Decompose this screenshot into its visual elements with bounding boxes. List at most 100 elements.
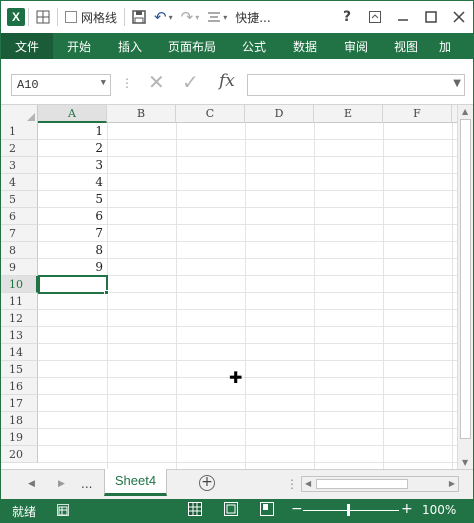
excel-icon[interactable]: X — [7, 8, 25, 26]
cell-a2[interactable]: 2 — [39, 140, 106, 157]
tab-data[interactable]: 数据 — [279, 33, 331, 59]
active-cell-a10[interactable] — [38, 275, 108, 294]
alignment-icon[interactable]: ▾ — [203, 1, 231, 33]
maximize-icon[interactable] — [417, 1, 445, 33]
column-header-f[interactable]: F — [383, 105, 452, 123]
row-header-20[interactable]: 20 — [1, 446, 38, 463]
row-header-8[interactable]: 8 — [1, 242, 38, 259]
sheet-nav-right-icon[interactable]: ▶ — [58, 479, 65, 489]
tab-review[interactable]: 审阅 — [331, 33, 381, 59]
row-header-11[interactable]: 11 — [1, 293, 38, 310]
restore-ribbon-icon[interactable] — [361, 1, 389, 33]
row-header-17[interactable]: 17 — [1, 395, 38, 412]
cell-a6[interactable]: 6 — [39, 208, 106, 225]
row-header-4[interactable]: 4 — [1, 174, 38, 191]
fill-handle[interactable] — [104, 290, 109, 295]
page-layout-view-icon[interactable] — [224, 502, 238, 516]
tab-view[interactable]: 视图 — [381, 33, 431, 59]
name-box[interactable]: A10 ▼ — [11, 74, 111, 96]
sheet-nav-left-icon[interactable]: ◀ — [28, 479, 35, 489]
zoom-in-button[interactable]: + — [401, 501, 413, 517]
row-header-16[interactable]: 16 — [1, 378, 38, 395]
add-sheet-icon[interactable]: + — [199, 475, 215, 491]
column-gridline — [176, 123, 177, 469]
tab-insert[interactable]: 插入 — [105, 33, 155, 59]
zoom-level[interactable]: 100% — [422, 503, 456, 517]
cell-a7[interactable]: 7 — [39, 225, 106, 242]
gridlines-toggle[interactable]: 网格线 — [61, 1, 121, 33]
sheet-nav-more[interactable]: ... — [81, 477, 92, 491]
row-header-14[interactable]: 14 — [1, 344, 38, 361]
gridlines-label: 网格线 — [81, 10, 118, 25]
row-header-3[interactable]: 3 — [1, 157, 38, 174]
insert-function-button[interactable]: fx — [219, 71, 235, 91]
tab-label: 视图 — [393, 39, 418, 54]
row-header-5[interactable]: 5 — [1, 191, 38, 208]
cell-a8[interactable]: 8 — [39, 242, 106, 259]
minimize-icon[interactable] — [389, 1, 417, 33]
row-header-19[interactable]: 19 — [1, 429, 38, 446]
scroll-left-icon[interactable]: ◀ — [305, 479, 311, 488]
close-icon[interactable] — [445, 1, 473, 33]
column-header-e[interactable]: E — [314, 105, 383, 123]
chevron-down-icon[interactable]: ▼ — [101, 78, 106, 88]
row-header-13[interactable]: 13 — [1, 327, 38, 344]
window-controls: ? — [333, 1, 473, 33]
tab-file[interactable]: 文件 — [1, 33, 53, 59]
cell-a3[interactable]: 3 — [39, 157, 106, 174]
tab-addins[interactable]: 加 — [431, 33, 473, 59]
row-header-6[interactable]: 6 — [1, 208, 38, 225]
help-button[interactable]: ? — [333, 1, 361, 33]
column-header-c[interactable]: C — [176, 105, 245, 123]
gridlines-checkbox[interactable] — [65, 11, 77, 23]
horizontal-scroll-thumb[interactable] — [316, 479, 408, 489]
row-gridline — [38, 394, 457, 395]
layout-grid-icon[interactable] — [32, 1, 54, 33]
zoom-out-button[interactable]: − — [291, 501, 303, 517]
undo-icon[interactable]: ↶ ▾ — [150, 1, 177, 33]
tab-page-layout[interactable]: 页面布局 — [155, 33, 229, 59]
row-header-18[interactable]: 18 — [1, 412, 38, 429]
row-header-15[interactable]: 15 — [1, 361, 38, 378]
tab-formulas[interactable]: 公式 — [229, 33, 279, 59]
enter-icon[interactable]: ✓ — [182, 70, 199, 94]
tab-home[interactable]: 开始 — [53, 33, 105, 59]
column-header-b[interactable]: B — [107, 105, 176, 123]
zoom-slider-thumb[interactable] — [347, 504, 350, 516]
scroll-right-icon[interactable]: ▶ — [449, 479, 455, 488]
drag-handle-icon[interactable]: ⋮ — [121, 76, 133, 90]
row-header-10[interactable]: 10 — [1, 276, 38, 293]
tab-label: 插入 — [117, 39, 142, 54]
row-header-12[interactable]: 12 — [1, 310, 38, 327]
cell-a5[interactable]: 5 — [39, 191, 106, 208]
worksheet-grid[interactable]: ABCDEF 1 1 2 2 3 3 4 4 5 5 6 6 7 7 8 8 9 9 10 11 12 13 14 15 16 1… — [1, 105, 457, 469]
save-icon[interactable] — [128, 1, 150, 33]
column-header-d[interactable]: D — [245, 105, 314, 123]
vertical-scroll-thumb[interactable] — [460, 119, 471, 439]
page-break-view-icon[interactable] — [260, 502, 274, 516]
cell-a1[interactable]: 1 — [39, 123, 106, 140]
formula-input[interactable]: ▼ — [247, 74, 465, 96]
cancel-icon[interactable]: ✕ — [148, 70, 165, 94]
expand-formula-icon[interactable]: ▼ — [453, 78, 461, 89]
row-header-9[interactable]: 9 — [1, 259, 38, 276]
cell-a4[interactable]: 4 — [39, 174, 106, 191]
split-handle-icon[interactable]: ⋮ — [286, 477, 298, 491]
quick-access-menu[interactable]: 快捷... — [231, 1, 274, 33]
horizontal-scrollbar[interactable]: ◀ ▶ — [301, 476, 459, 492]
normal-view-icon[interactable] — [188, 502, 202, 516]
sheet-tab-sheet4[interactable]: Sheet4 — [104, 469, 167, 496]
cell-a9[interactable]: 9 — [39, 259, 106, 276]
redo-icon[interactable]: ↷ ▾ — [177, 1, 204, 33]
row-header-1[interactable]: 1 — [1, 123, 38, 140]
scroll-down-icon[interactable]: ▼ — [462, 458, 468, 467]
vertical-scrollbar[interactable]: ▲ ▼ — [457, 105, 473, 469]
ready-status: 就绪 — [12, 505, 37, 519]
scroll-up-icon[interactable]: ▲ — [462, 107, 468, 116]
macro-record-icon[interactable] — [57, 504, 69, 516]
select-all-corner[interactable] — [1, 105, 38, 123]
row-header-7[interactable]: 7 — [1, 225, 38, 242]
column-header-a[interactable]: A — [38, 105, 107, 123]
zoom-slider[interactable] — [303, 510, 399, 511]
row-header-2[interactable]: 2 — [1, 140, 38, 157]
